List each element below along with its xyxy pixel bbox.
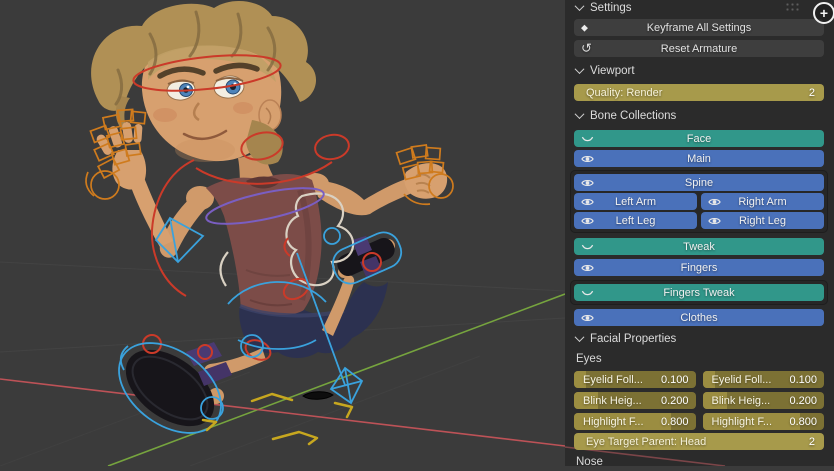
section-label-settings: Settings (590, 1, 632, 14)
bone-collection-left-arm[interactable]: Left Arm (574, 193, 697, 210)
eyelid-follow-slider-left[interactable]: Eyelid Foll... 0.100 (574, 371, 696, 388)
collection-label: Spine (684, 176, 714, 189)
eye-open-icon[interactable] (581, 263, 594, 272)
slider-value: 0.800 (660, 415, 689, 428)
slider-label: Blink Heig... (583, 394, 642, 407)
spine-limbs-group-box: Spine Left Arm Right Arm Left Leg Right … (570, 170, 828, 233)
eye-open-icon[interactable] (581, 197, 594, 206)
blink-height-slider-left[interactable]: Blink Heig... 0.200 (574, 392, 696, 409)
blender-screenshot: { "viewport": { "background_color": "#3b… (0, 0, 834, 467)
eye-open-icon[interactable] (581, 154, 594, 163)
chevron-down-icon (574, 64, 585, 75)
button-label: Reset Armature (660, 42, 738, 55)
eye-open-icon[interactable] (708, 197, 721, 206)
plus-cursor-icon[interactable]: + (813, 2, 834, 24)
blink-height-slider-right[interactable]: Blink Heig... 0.200 (702, 392, 824, 409)
eye-target-parent-slider[interactable]: Eye Target Parent: Head 2 (574, 433, 824, 450)
reset-armature-button[interactable]: ↺ Reset Armature (574, 40, 824, 57)
slider-value: 2 (808, 86, 815, 99)
eyelid-follow-slider-right[interactable]: Eyelid Foll... 0.100 (702, 371, 824, 388)
undo-icon: ↺ (581, 40, 592, 55)
slider-label: Blink Heig... (711, 394, 771, 407)
slider-label: Quality: Render (586, 86, 663, 99)
slider-label: Highlight F... (711, 415, 773, 428)
collection-label: Left Arm (615, 195, 656, 208)
chevron-down-icon (574, 1, 585, 12)
section-label-viewport: Viewport (590, 64, 635, 77)
eye-open-icon[interactable] (581, 313, 594, 322)
collection-label: Right Leg (738, 214, 787, 227)
bone-collection-right-arm[interactable]: Right Arm (701, 193, 824, 210)
eye-open-icon[interactable] (581, 178, 594, 187)
slider-value: 2 (808, 435, 815, 448)
chevron-down-icon (574, 332, 585, 343)
quality-render-slider[interactable]: Quality: Render 2 (574, 84, 824, 101)
section-label-facial-properties: Facial Properties (590, 332, 677, 345)
nose-label: Nose (576, 456, 603, 466)
keyframe-all-settings-button[interactable]: ◆ Keyframe All Settings (574, 19, 824, 36)
collection-label: Clothes (680, 311, 718, 324)
highlight-follow-slider-right[interactable]: Highlight F... 0.800 (702, 413, 824, 430)
plus-glyph: + (819, 5, 829, 21)
bone-collection-right-leg[interactable]: Right Leg (701, 212, 824, 229)
collection-label: Main (687, 152, 711, 165)
slider-value: 0.100 (660, 373, 689, 386)
fingers-tweak-group-box: Fingers Tweak (570, 280, 828, 305)
eye-open-icon[interactable] (708, 216, 721, 225)
slider-label: Highlight F... (583, 415, 644, 428)
slider-value: 0.200 (660, 394, 689, 407)
slider-value: 0.100 (789, 373, 817, 386)
eye-open-icon[interactable] (581, 216, 594, 225)
slider-label: Eyelid Foll... (583, 373, 643, 386)
bone-collection-face[interactable]: Face (574, 130, 824, 147)
panel-grip-dots-icon[interactable] (785, 2, 800, 12)
bone-collection-tweak[interactable]: Tweak (574, 238, 824, 255)
collection-label: Face (686, 132, 712, 145)
button-label: Keyframe All Settings (646, 21, 752, 34)
section-header-bone-collections[interactable]: Bone Collections (574, 108, 824, 123)
3d-viewport[interactable] (0, 0, 566, 467)
bone-collection-main[interactable]: Main (574, 150, 824, 167)
eyes-label: Eyes (576, 353, 602, 365)
section-label-bone-collections: Bone Collections (590, 109, 677, 122)
collection-label: Fingers Tweak (663, 286, 735, 299)
eye-closed-icon[interactable] (581, 134, 594, 143)
bone-collection-clothes[interactable]: Clothes (574, 309, 824, 326)
eyes-slider-grid: Eyelid Foll... 0.100 Eyelid Foll... 0.10… (574, 371, 824, 430)
viewport-canvas (0, 0, 566, 467)
collection-label: Left Leg (615, 214, 656, 227)
section-header-facial-properties[interactable]: Facial Properties (574, 331, 824, 346)
eye-closed-icon[interactable] (581, 288, 594, 297)
slider-label: Eyelid Foll... (711, 373, 772, 386)
slider-value: 0.200 (789, 394, 817, 407)
bone-collection-fingers[interactable]: Fingers (574, 259, 824, 276)
bone-collection-fingers-tweak[interactable]: Fingers Tweak (574, 284, 824, 301)
section-header-viewport[interactable]: Viewport (574, 63, 824, 78)
rig-ui-panel: Settings + ◆ Keyframe All Settings ↺ Res… (565, 0, 834, 466)
bone-collection-left-leg[interactable]: Left Leg (574, 212, 697, 229)
bone-collection-spine[interactable]: Spine (574, 174, 824, 191)
slider-value: 0.800 (789, 415, 817, 428)
highlight-follow-slider-left[interactable]: Highlight F... 0.800 (574, 413, 696, 430)
collection-label: Fingers (680, 261, 718, 274)
collection-label: Right Arm (738, 195, 787, 208)
section-header-settings[interactable]: Settings (574, 0, 824, 15)
chevron-down-icon (574, 109, 585, 120)
eye-closed-icon[interactable] (581, 242, 594, 251)
collection-label: Tweak (683, 240, 715, 253)
keyframe-diamond-icon: ◆ (581, 22, 588, 32)
slider-label: Eye Target Parent: Head (586, 435, 707, 448)
